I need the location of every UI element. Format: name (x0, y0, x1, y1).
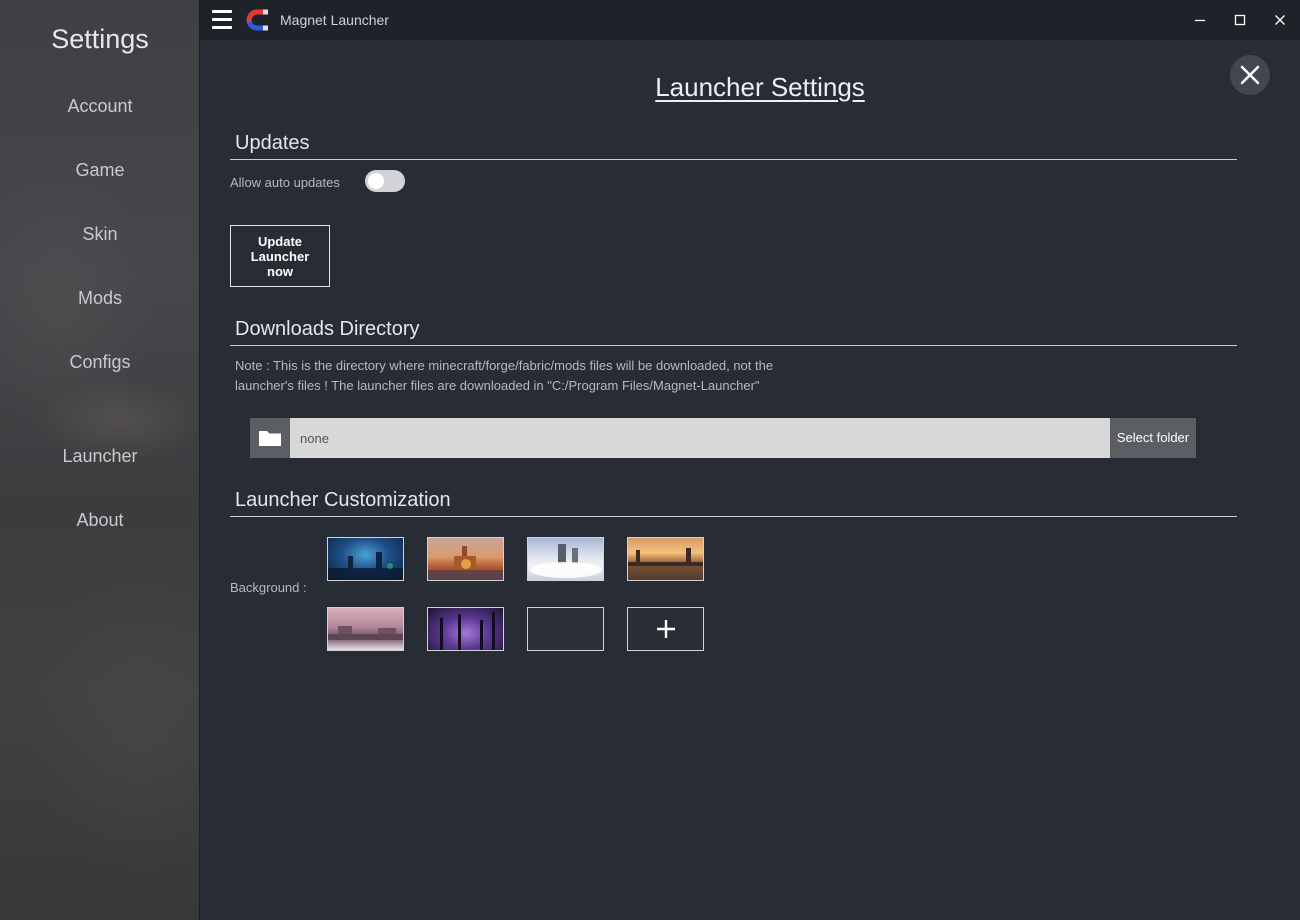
app-title: Magnet Launcher (280, 12, 389, 28)
maximize-icon[interactable] (1228, 8, 1252, 32)
magnet-logo-icon (246, 8, 270, 32)
customization-heading: Launcher Customization (235, 489, 451, 511)
background-thumbnail[interactable] (327, 537, 404, 581)
sidebar-item-mods[interactable]: Mods (0, 288, 200, 309)
sidebar-item-launcher[interactable]: Launcher (0, 446, 200, 467)
auto-updates-label: Allow auto updates (230, 175, 340, 190)
background-label: Background : (230, 580, 307, 595)
background-thumbnail[interactable] (427, 607, 504, 651)
hamburger-menu-icon[interactable] (212, 10, 232, 30)
background-thumbnail[interactable] (527, 607, 604, 651)
add-background-button[interactable] (627, 607, 704, 651)
section-divider (230, 159, 1237, 160)
close-x-icon (1240, 65, 1260, 85)
background-thumbnail[interactable] (427, 537, 504, 581)
sidebar-title: Settings (51, 24, 149, 54)
sidebar-item-about[interactable]: About (0, 510, 200, 531)
plus-icon (656, 620, 675, 638)
minimize-icon[interactable] (1188, 8, 1212, 32)
close-settings-button[interactable] (1230, 55, 1270, 95)
folder-picker: Select folder (250, 418, 1196, 458)
page-title: Launcher Settings (655, 72, 865, 102)
title-bar: Magnet Launcher (200, 0, 1300, 40)
downloads-heading: Downloads Directory (235, 318, 420, 340)
select-folder-button[interactable]: Select folder (1110, 418, 1196, 458)
section-divider (230, 516, 1237, 517)
folder-path-input[interactable] (290, 418, 1110, 458)
sidebar-item-configs[interactable]: Configs (0, 352, 200, 373)
updates-heading: Updates (235, 132, 310, 154)
sidebar-item-game[interactable]: Game (0, 160, 200, 181)
update-launcher-button[interactable]: Update Launcher now (230, 225, 330, 287)
toggle-knob (368, 173, 384, 189)
auto-updates-toggle[interactable] (365, 170, 405, 192)
close-icon[interactable] (1268, 8, 1292, 32)
background-thumbnail[interactable] (627, 537, 704, 581)
background-thumbnail[interactable] (527, 537, 604, 581)
folder-icon[interactable] (250, 418, 290, 458)
update-launcher-label: Update Launcher now (250, 233, 310, 279)
sidebar-item-account[interactable]: Account (0, 96, 200, 117)
section-divider (230, 345, 1237, 346)
sidebar-item-skin[interactable]: Skin (0, 224, 200, 245)
settings-sidebar: Settings Account Game Skin Mods Configs … (0, 0, 200, 920)
downloads-note: Note : This is the directory where minec… (235, 358, 774, 393)
background-thumbnail[interactable] (327, 607, 404, 651)
